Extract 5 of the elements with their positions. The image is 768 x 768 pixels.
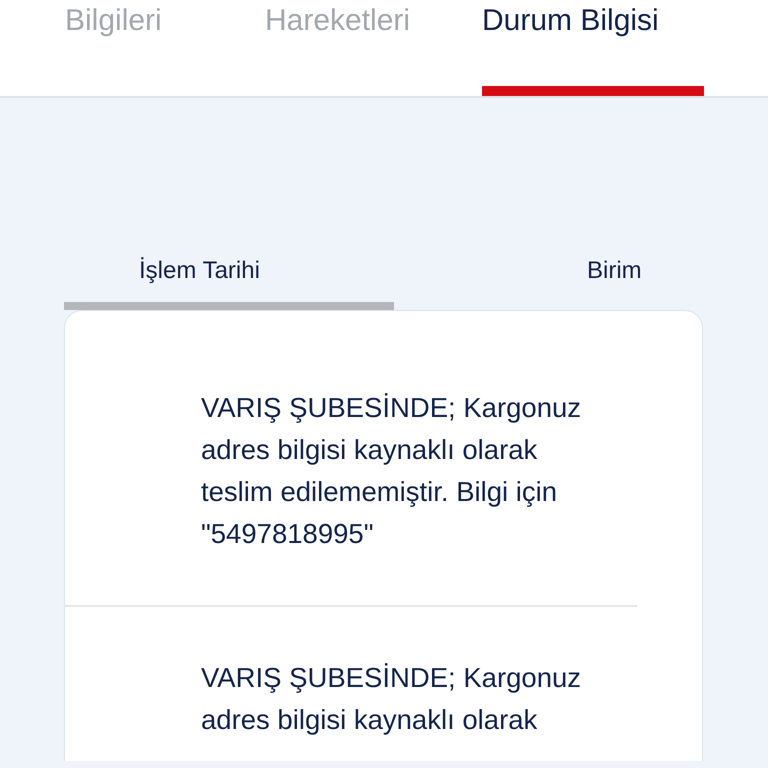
column-tab[interactable]: İşlem Tarihi — [64, 240, 394, 302]
event-description: VARIŞ ŞUBESİNDE; Kargonuz adres bilgisi kaynaklı olarak — [201, 661, 582, 737]
event-description: VARIŞ ŞUBESİNDE; Kargonuz adres bilgisi kaynaklı olarak teslim edilememiştir. Bilgi için "5497818995" — [201, 391, 582, 551]
column-tab[interactable]: Birim — [394, 240, 703, 302]
tab[interactable]: Durum Bilgisi — [482, 0, 704, 38]
